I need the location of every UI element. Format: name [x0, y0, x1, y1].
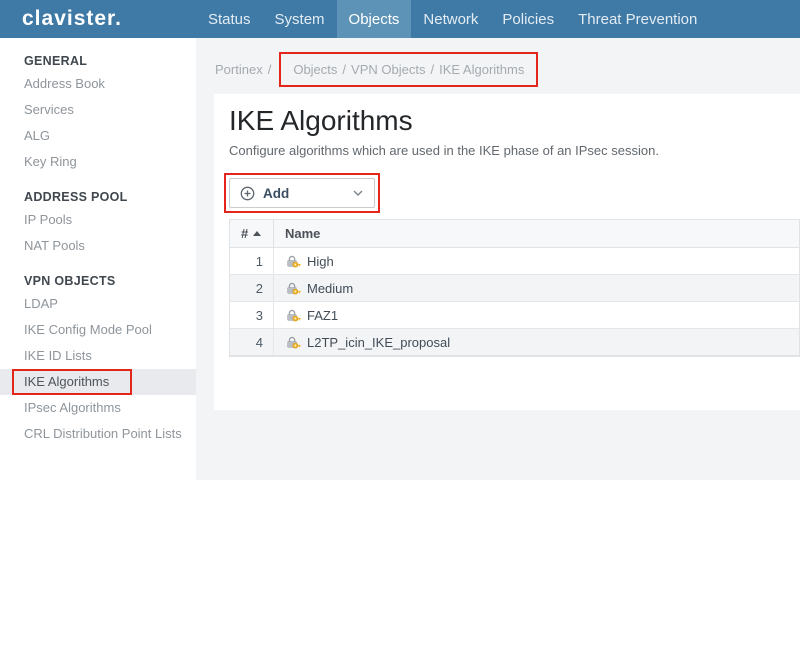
sidebar-item-ike-config-mode-pool[interactable]: IKE Config Mode Pool — [0, 317, 196, 343]
main-panel: IKE Algorithms Configure algorithms whic… — [214, 94, 800, 410]
sidebar-item-ike-algorithms[interactable]: IKE Algorithms — [0, 369, 196, 395]
breadcrumb-root[interactable]: Portinex — [215, 62, 263, 77]
nav-item-network[interactable]: Network — [411, 0, 490, 38]
chevron-down-icon — [353, 190, 363, 196]
cell-object-name[interactable]: High — [274, 248, 799, 274]
sidebar-item-key-ring[interactable]: Key Ring — [0, 149, 196, 175]
sort-ascending-icon — [253, 231, 261, 236]
lock-key-icon — [285, 281, 301, 295]
cell-object-name[interactable]: Medium — [274, 275, 799, 301]
nav-item-objects[interactable]: Objects — [337, 0, 412, 38]
object-name-label: FAZ1 — [307, 308, 338, 323]
cell-row-number: 4 — [230, 329, 274, 355]
lock-key-icon — [285, 308, 301, 322]
nav-item-status[interactable]: Status — [196, 0, 263, 38]
column-header-number-label: # — [241, 226, 248, 241]
sidebar-item-label: IKE Algorithms — [24, 374, 109, 389]
main-menu: Status System Objects Network Policies T… — [196, 0, 709, 38]
clavister-logo: clavister. — [22, 7, 122, 31]
column-header-name-label: Name — [285, 226, 320, 241]
cell-row-number: 2 — [230, 275, 274, 301]
cell-object-name[interactable]: L2TP_icin_IKE_proposal — [274, 329, 799, 355]
annotation-box-breadcrumb: Objects / VPN Objects / IKE Algorithms — [279, 52, 538, 87]
lock-key-icon — [285, 254, 301, 268]
cell-object-name[interactable]: FAZ1 — [274, 302, 799, 328]
sidebar-item-ldap[interactable]: LDAP — [0, 291, 196, 317]
table-row: 4 L2TP_icin_IKE_proposal — [230, 329, 799, 356]
object-name-label: High — [307, 254, 334, 269]
sidebar-item-nat-pools[interactable]: NAT Pools — [0, 233, 196, 259]
sidebar-section-general: GENERAL — [0, 46, 196, 71]
lock-key-icon — [285, 335, 301, 349]
cell-row-number: 3 — [230, 302, 274, 328]
sidebar-item-crl-distribution-point-lists[interactable]: CRL Distribution Point Lists — [0, 421, 196, 447]
nav-item-policies[interactable]: Policies — [490, 0, 566, 38]
sidebar: GENERAL Address Book Services ALG Key Ri… — [0, 38, 196, 649]
breadcrumb-separator: / — [268, 62, 272, 77]
nav-item-system[interactable]: System — [263, 0, 337, 38]
cell-row-number: 1 — [230, 248, 274, 274]
page-title: IKE Algorithms — [229, 104, 800, 137]
sidebar-section-address-pool: ADDRESS POOL — [0, 182, 196, 207]
annotation-box-sidebar: IKE Algorithms — [12, 369, 132, 395]
logo-container: clavister. — [0, 0, 196, 38]
table-header-row: # Name — [230, 220, 799, 248]
annotation-box-add-button: Add — [224, 173, 380, 213]
table-row: 3 FAZ1 — [230, 302, 799, 329]
breadcrumb-separator: / — [430, 62, 434, 77]
table-row: 2 Medium — [230, 275, 799, 302]
sidebar-item-address-book[interactable]: Address Book — [0, 71, 196, 97]
sidebar-item-services[interactable]: Services — [0, 97, 196, 123]
table-row: 1 High — [230, 248, 799, 275]
plus-circle-icon — [240, 186, 255, 201]
sidebar-item-ipsec-algorithms[interactable]: IPsec Algorithms — [0, 395, 196, 421]
object-name-label: Medium — [307, 281, 353, 296]
ike-algorithms-table: # Name 1 Hig — [229, 219, 800, 357]
sidebar-item-alg[interactable]: ALG — [0, 123, 196, 149]
object-name-label: L2TP_icin_IKE_proposal — [307, 335, 450, 350]
breadcrumb: Portinex / Objects / VPN Objects / IKE A… — [215, 51, 538, 88]
add-button-label: Add — [263, 186, 289, 201]
sidebar-item-ip-pools[interactable]: IP Pools — [0, 207, 196, 233]
breadcrumb-vpn-objects[interactable]: VPN Objects — [351, 62, 425, 77]
breadcrumb-objects[interactable]: Objects — [293, 62, 337, 77]
page-description: Configure algorithms which are used in t… — [229, 143, 800, 158]
nav-item-threat-prevention[interactable]: Threat Prevention — [566, 0, 709, 38]
column-header-number[interactable]: # — [230, 220, 274, 247]
column-header-name[interactable]: Name — [274, 220, 799, 247]
breadcrumb-ike-algorithms[interactable]: IKE Algorithms — [439, 62, 524, 77]
add-button[interactable]: Add — [229, 178, 375, 208]
sidebar-item-ike-id-lists[interactable]: IKE ID Lists — [0, 343, 196, 369]
top-navigation-bar: clavister. Status System Objects Network… — [0, 0, 800, 38]
breadcrumb-separator: / — [342, 62, 346, 77]
sidebar-section-vpn-objects: VPN OBJECTS — [0, 266, 196, 291]
